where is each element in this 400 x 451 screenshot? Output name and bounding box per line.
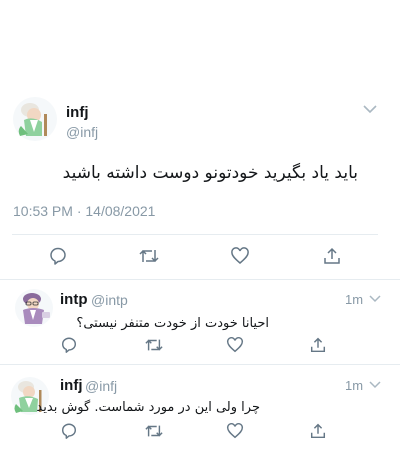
author-name[interactable]: intp [60, 291, 88, 308]
share-icon[interactable] [309, 336, 327, 354]
tweet-text: احیانا خودت از خودت متنفر نیستی؟ [76, 316, 269, 331]
tweet-text: چرا ولی این در مورد شماست. گوش بدید [36, 400, 260, 415]
tweet-text: باید یاد بگیرید خودتونو دوست داشته باشید [62, 163, 358, 183]
divider [0, 364, 400, 365]
tweet-time[interactable]: 1m [345, 378, 363, 393]
retweet-icon[interactable] [144, 422, 164, 440]
tweet-time[interactable]: 1m [345, 292, 363, 307]
like-icon[interactable] [226, 422, 244, 440]
divider [12, 234, 378, 235]
share-icon[interactable] [309, 422, 327, 440]
like-icon[interactable] [226, 336, 244, 354]
author-name[interactable]: infj [66, 104, 89, 121]
author-name[interactable]: infj [60, 377, 83, 394]
author-handle[interactable]: @infj [85, 378, 117, 394]
avatar[interactable] [12, 96, 58, 142]
chevron-down-icon[interactable] [368, 380, 382, 390]
chevron-down-icon[interactable] [362, 103, 378, 115]
reply-icon[interactable] [60, 336, 78, 354]
author-handle[interactable]: @intp [91, 292, 128, 308]
share-icon[interactable] [322, 246, 342, 266]
retweet-icon[interactable] [138, 246, 160, 266]
reply-icon[interactable] [48, 246, 68, 266]
tweet-timestamp[interactable]: 10:53 PM · 14/08/2021 [13, 203, 155, 219]
like-icon[interactable] [230, 246, 250, 266]
chevron-down-icon[interactable] [368, 294, 382, 304]
divider [0, 279, 400, 280]
author-handle[interactable]: @infj [66, 124, 98, 140]
retweet-icon[interactable] [144, 336, 164, 354]
avatar[interactable] [14, 288, 54, 328]
reply-icon[interactable] [60, 422, 78, 440]
